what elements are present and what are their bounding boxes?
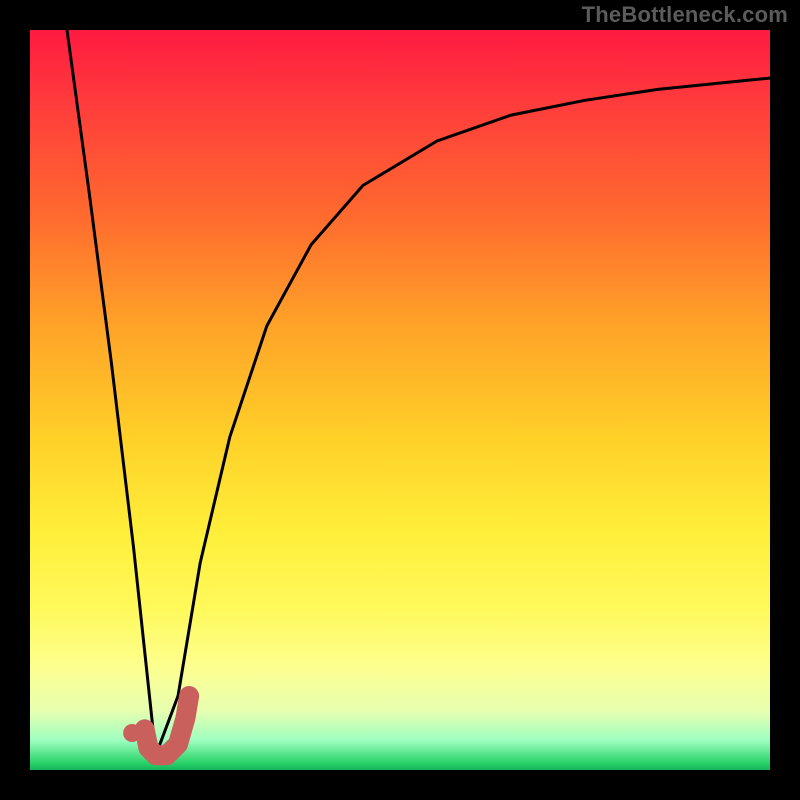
plot-area <box>30 30 770 770</box>
watermark-text: TheBottleneck.com <box>582 2 788 28</box>
chart-svg <box>30 30 770 770</box>
chart-frame: TheBottleneck.com <box>0 0 800 800</box>
series-layer <box>67 30 770 755</box>
highlight-dot <box>123 724 141 742</box>
bottleneck-curve <box>67 30 770 755</box>
